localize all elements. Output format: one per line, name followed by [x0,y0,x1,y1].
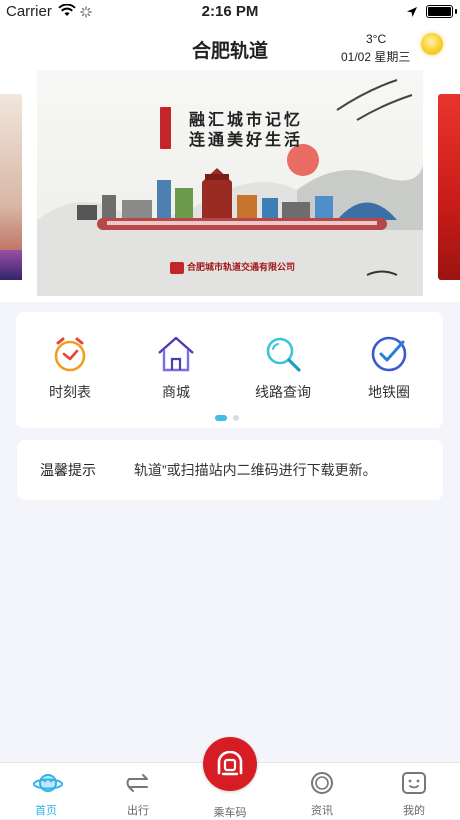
company-logo: 合肥城市轨道交通有限公司 [170,260,295,274]
menu-item-metro-circle[interactable]: 地铁圈 [349,334,429,402]
notice-marquee-text: 轨道”或扫描站内二维码进行下载更新。 [134,462,377,478]
swap-arrows-icon [125,771,151,795]
company-name: 合肥城市轨道交通有限公司 [187,262,296,272]
status-bar: Carrier 2:16 PM [0,0,460,24]
menu-label-route-search: 线路查询 [255,384,311,400]
profile-face-icon [401,771,427,795]
menu-label-timetable: 时刻表 [49,384,91,400]
battery-icon [426,5,457,18]
date-label: 01/02 星期三 [341,50,411,64]
seal-stamp [160,107,171,149]
tab-label-home: 首页 [35,805,57,817]
house-icon [156,334,196,374]
news-circle-icon [309,771,335,795]
tab-home[interactable]: 首页 [16,771,76,818]
ride-code-button[interactable] [203,737,257,791]
menu-label-mall: 商城 [162,384,190,400]
tab-profile[interactable]: 我的 [384,771,444,818]
notice-label: 温馨提示 [40,462,96,478]
menu-label-metro-circle: 地铁圈 [368,384,410,400]
check-circle-icon [369,334,409,374]
planet-icon [33,771,63,795]
location-arrow-icon [406,5,418,22]
app-header: 合肥轨道 3°C 01/02 星期三 [0,24,460,70]
banner-carousel[interactable]: 融汇城市记忆 连通美好生活 合肥城市轨道交通有限公司 [0,70,460,302]
banner-current-slide[interactable]: 融汇城市记忆 连通美好生活 合肥城市轨道交通有限公司 [37,70,423,296]
temperature-label: 3°C [366,32,387,46]
quick-menu: 时刻表 商城 线路查询 地铁圈 [16,312,443,428]
banner-next-slide[interactable] [438,94,460,280]
notice-bar[interactable]: 温馨提示 轨道”或扫描站内二维码进行下载更新。 [17,440,443,500]
alarm-clock-icon [50,334,90,374]
sunny-icon [421,33,443,55]
page-dot[interactable] [233,415,239,421]
tab-label-travel: 出行 [127,805,149,817]
banner-prev-slide[interactable] [0,94,22,280]
page-dot-active[interactable] [215,415,227,421]
page-indicator[interactable] [215,408,239,426]
menu-item-timetable[interactable]: 时刻表 [30,334,110,402]
tab-travel[interactable]: 出行 [108,771,168,818]
menu-item-route-search[interactable]: 线路查询 [243,334,323,402]
menu-item-mall[interactable]: 商城 [136,334,216,402]
metro-train-icon [216,750,244,777]
banner-slogan-line2: 连通美好生活 [189,130,304,149]
magnifier-icon [263,334,303,374]
tab-label-profile: 我的 [403,805,425,817]
status-time: 2:16 PM [201,3,259,20]
tab-news[interactable]: 资讯 [292,771,352,818]
tab-label-news: 资讯 [311,805,333,817]
